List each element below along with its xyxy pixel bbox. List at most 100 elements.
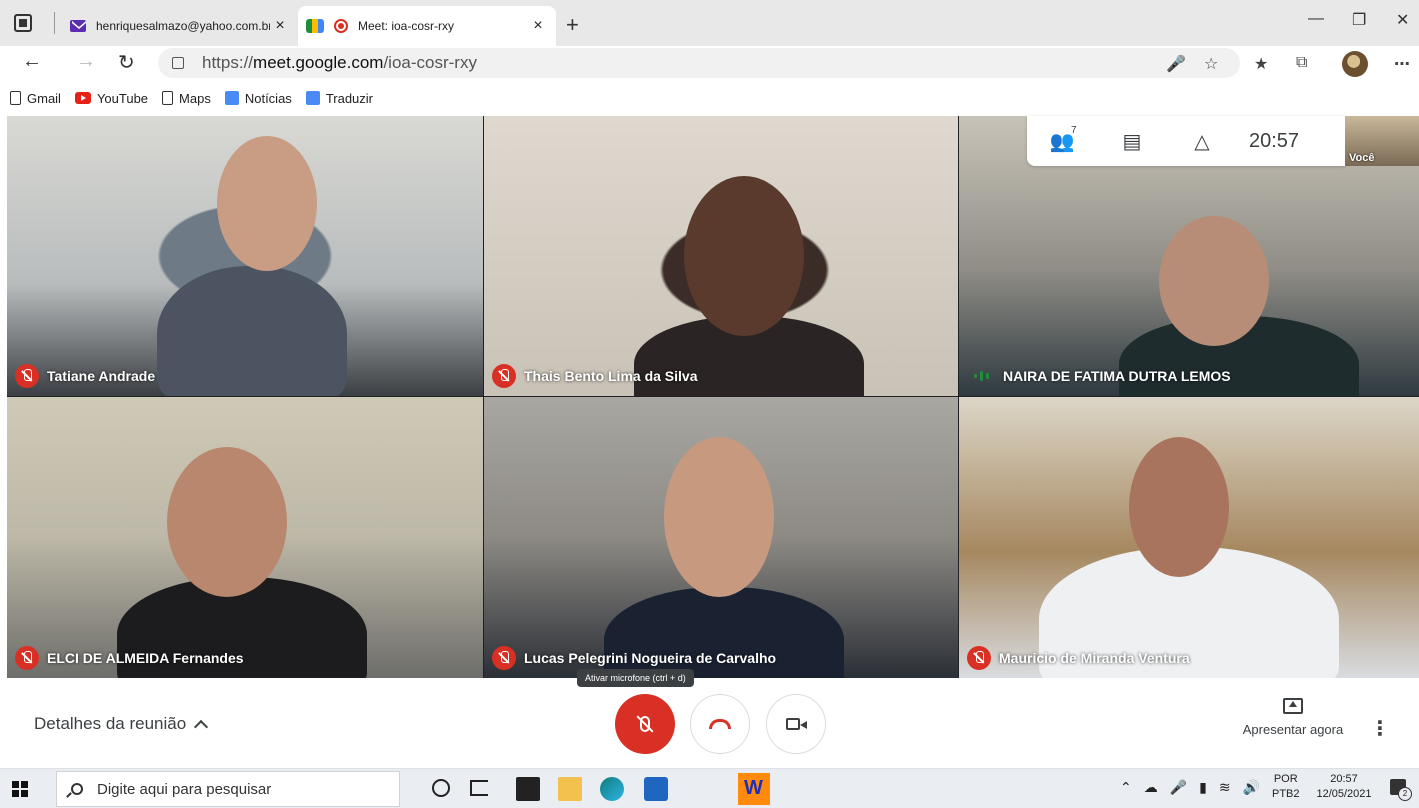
url-prefix: https:// — [202, 53, 254, 72]
bookmark-youtube[interactable]: YouTube — [74, 90, 149, 106]
participant-tile[interactable]: Tatiane Andrade — [7, 116, 483, 396]
participant-video — [1129, 437, 1229, 577]
more-options-icon[interactable]: ⋮ — [1370, 716, 1390, 741]
youtube-icon — [74, 92, 91, 104]
participant-name: NAIRA DE FATIMA DUTRA LEMOS — [1003, 368, 1231, 384]
collections-icon[interactable]: ⧉ — [1296, 54, 1307, 72]
news-icon — [224, 91, 239, 105]
new-tab-button[interactable]: + — [566, 12, 579, 38]
taskbar-clock[interactable]: 20:57 12/05/2021 — [1312, 772, 1376, 802]
mic-off-icon — [492, 646, 516, 670]
notifications-icon[interactable] — [1390, 779, 1412, 801]
bookmark-label: YouTube — [96, 90, 149, 106]
file-explorer-icon[interactable] — [558, 777, 582, 801]
toggle-microphone-button[interactable] — [615, 694, 675, 754]
bookmark-maps[interactable]: Maps — [162, 91, 211, 106]
tab-yahoo-mail[interactable]: henriquesalmazo@yahoo.com.br × — [62, 6, 298, 46]
microphone-icon[interactable]: 🎤 — [1170, 779, 1187, 796]
camera-icon — [786, 718, 807, 730]
bookmark-gmail[interactable]: Gmail — [10, 91, 61, 106]
participants-button[interactable]: 👥 7 — [1027, 125, 1097, 154]
tab-actions-icon[interactable] — [14, 14, 32, 32]
recording-icon — [334, 19, 348, 33]
tab-title: henriquesalmazo@yahoo.com.br — [96, 19, 270, 33]
meeting-details-button[interactable]: Detalhes da reunião — [34, 714, 209, 735]
windows-taskbar: Digite aqui para pesquisar ⌃ ☁ 🎤 ▮ ≋ 🔊 P… — [0, 768, 1419, 808]
chat-button[interactable]: ▤ — [1097, 129, 1167, 154]
edge-icon[interactable] — [600, 777, 624, 801]
favorites-icon[interactable]: ★ — [1254, 54, 1268, 74]
url-path: /ioa-cosr-rxy — [383, 53, 477, 72]
more-options-icon[interactable]: ⋯ — [1394, 54, 1410, 74]
meet-info-panel: 👥 7 ▤ △ 20:57 — [1027, 116, 1345, 166]
participant-video — [684, 176, 804, 336]
window-close-icon[interactable]: ✕ — [1396, 10, 1409, 30]
participant-tile[interactable]: Thais Bento Lima da Silva — [484, 116, 958, 396]
participant-label: Tatiane Andrade — [15, 364, 155, 388]
self-view[interactable]: Você — [1345, 116, 1419, 166]
participant-tile[interactable]: Mauricio de Miranda Ventura — [959, 397, 1419, 678]
participant-name: Thais Bento Lima da Silva — [524, 368, 698, 384]
bookmark-label: Traduzir — [325, 90, 374, 106]
meet-icon — [306, 19, 324, 33]
participant-video — [167, 447, 287, 597]
activities-button[interactable]: △ — [1167, 129, 1237, 154]
mic-off-icon — [640, 716, 650, 732]
clock-time: 20:57 — [1330, 773, 1358, 785]
meeting-clock: 20:57 — [1249, 129, 1300, 152]
bookmark-label: Notícias — [244, 90, 292, 106]
page-icon — [10, 91, 21, 105]
taskbar-search[interactable]: Digite aqui para pesquisar — [56, 771, 400, 807]
volume-icon[interactable]: 🔊 — [1243, 779, 1260, 796]
activities-icon: △ — [1194, 130, 1210, 153]
store-icon[interactable] — [516, 777, 540, 801]
battery-icon[interactable]: ▮ — [1199, 779, 1207, 796]
video-grid: Tatiane Andrade Thais Bento Lima da Silv… — [7, 116, 1419, 678]
forward-icon[interactable]: → — [76, 50, 96, 73]
restore-icon[interactable]: ❐ — [1352, 10, 1366, 30]
chevron-up-icon[interactable]: ⌃ — [1120, 779, 1132, 796]
participant-label: Thais Bento Lima da Silva — [492, 364, 698, 388]
present-now-button[interactable]: Apresentar agora — [1236, 698, 1350, 737]
search-icon — [71, 783, 83, 795]
profile-avatar[interactable] — [1342, 51, 1368, 77]
add-favorite-icon[interactable]: ☆ — [1204, 54, 1218, 74]
chevron-up-icon — [194, 719, 209, 735]
hang-up-icon — [709, 719, 731, 729]
close-icon[interactable]: × — [270, 17, 290, 35]
toggle-camera-button[interactable] — [766, 694, 826, 754]
participant-video — [1159, 216, 1269, 346]
participant-name: ELCI DE ALMEIDA Fernandes — [47, 650, 244, 666]
reload-icon[interactable]: ↻ — [118, 50, 135, 75]
microphone-permission-icon[interactable]: 🎤 — [1166, 54, 1186, 74]
language-indicator[interactable]: POR PTB2 — [1272, 772, 1300, 802]
tab-google-meet[interactable]: Meet: ioa-cosr-rxy × — [298, 6, 556, 46]
participant-tile[interactable]: Lucas Pelegrini Nogueira de Carvalho — [484, 397, 958, 678]
participant-video — [217, 136, 317, 271]
present-icon — [1283, 698, 1303, 714]
bookmarks-bar: Gmail YouTube Maps Notícias Traduzir — [0, 82, 1419, 114]
participant-label: Mauricio de Miranda Ventura — [967, 646, 1190, 670]
minimize-icon[interactable]: — — [1308, 10, 1324, 28]
participant-label: NAIRA DE FATIMA DUTRA LEMOS — [967, 364, 1231, 388]
app-icon[interactable] — [738, 773, 770, 805]
windows-start-icon[interactable] — [12, 781, 28, 797]
back-icon[interactable]: ← — [22, 50, 42, 73]
participant-tile[interactable]: ELCI DE ALMEIDA Fernandes — [7, 397, 483, 678]
onedrive-icon[interactable]: ☁ — [1144, 779, 1158, 796]
wifi-icon[interactable]: ≋ — [1219, 779, 1231, 796]
close-icon[interactable]: × — [528, 17, 548, 35]
cortana-icon[interactable] — [432, 779, 450, 797]
participants-count: 7 — [1071, 124, 1077, 136]
page-icon — [162, 91, 174, 105]
leave-call-button[interactable] — [690, 694, 750, 754]
bookmark-traduzir[interactable]: Traduzir — [305, 90, 374, 106]
bookmark-noticias[interactable]: Notícias — [224, 90, 292, 106]
participant-video — [157, 266, 347, 396]
participant-name: Lucas Pelegrini Nogueira de Carvalho — [524, 650, 777, 666]
task-view-icon[interactable] — [470, 780, 488, 796]
meet-control-bar: Detalhes da reunião Apresentar agora ⋮ — [0, 678, 1419, 768]
mail-app-icon[interactable] — [644, 777, 668, 801]
chat-icon: ▤ — [1122, 130, 1142, 153]
url-field[interactable]: https:// meet.google.com /ioa-cosr-rxy — [158, 48, 1240, 78]
